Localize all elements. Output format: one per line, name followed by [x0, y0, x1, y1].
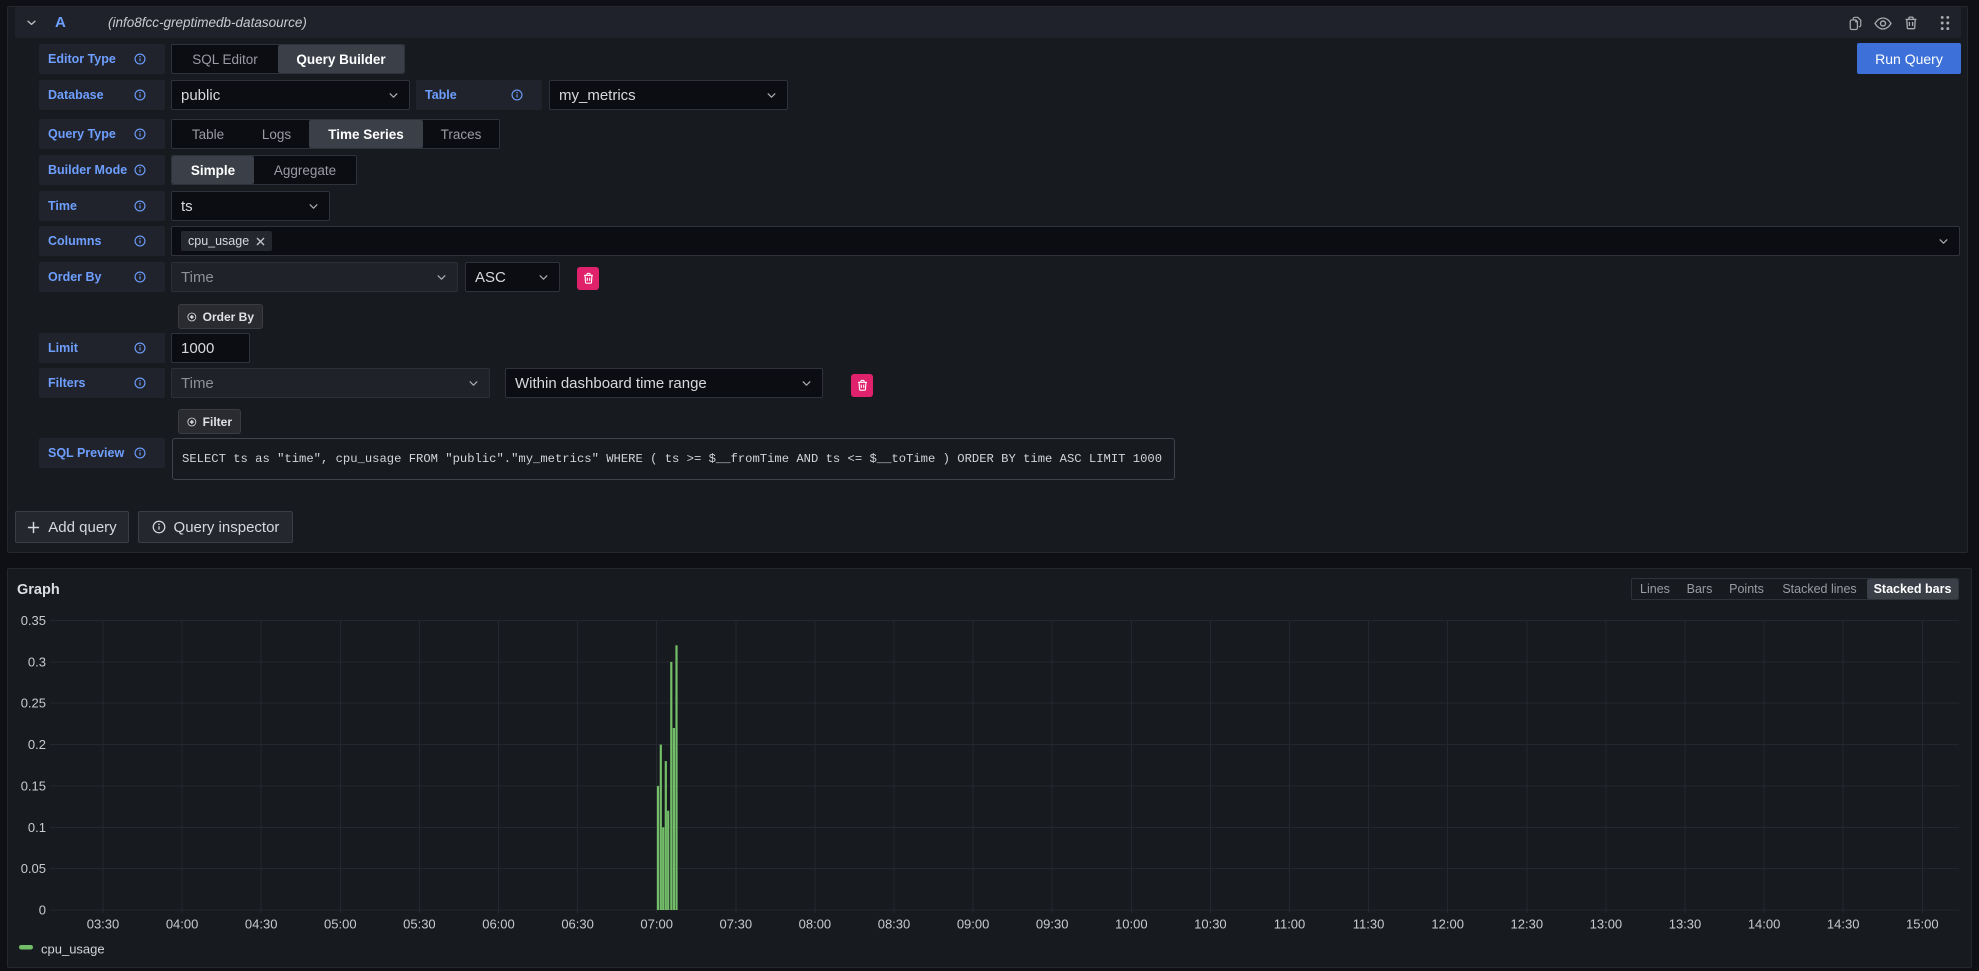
svg-text:0: 0 — [39, 903, 46, 918]
svg-text:07:00: 07:00 — [640, 917, 673, 932]
svg-text:05:30: 05:30 — [403, 917, 436, 932]
svg-text:10:30: 10:30 — [1194, 917, 1227, 932]
svg-text:cpu_usage: cpu_usage — [41, 942, 105, 957]
svg-text:09:30: 09:30 — [1036, 917, 1069, 932]
svg-text:0.25: 0.25 — [21, 696, 46, 711]
svg-text:04:30: 04:30 — [245, 917, 278, 932]
svg-text:12:00: 12:00 — [1431, 917, 1464, 932]
svg-text:0.1: 0.1 — [28, 820, 46, 835]
svg-text:10:00: 10:00 — [1115, 917, 1148, 932]
svg-text:12:30: 12:30 — [1511, 917, 1544, 932]
svg-text:0.3: 0.3 — [28, 654, 46, 669]
svg-text:08:00: 08:00 — [799, 917, 832, 932]
svg-text:0.2: 0.2 — [28, 737, 46, 752]
svg-text:06:00: 06:00 — [482, 917, 515, 932]
svg-text:07:30: 07:30 — [720, 917, 753, 932]
svg-text:14:00: 14:00 — [1748, 917, 1781, 932]
svg-text:0.15: 0.15 — [21, 778, 46, 793]
svg-text:09:00: 09:00 — [957, 917, 990, 932]
svg-text:13:00: 13:00 — [1590, 917, 1623, 932]
svg-text:0.05: 0.05 — [21, 861, 46, 876]
svg-text:04:00: 04:00 — [166, 917, 199, 932]
svg-text:11:30: 11:30 — [1353, 917, 1385, 932]
svg-text:03:30: 03:30 — [87, 917, 120, 932]
svg-text:0.35: 0.35 — [21, 613, 46, 628]
svg-text:13:30: 13:30 — [1669, 917, 1702, 932]
svg-text:08:30: 08:30 — [878, 917, 911, 932]
svg-text:06:30: 06:30 — [561, 917, 594, 932]
svg-text:11:00: 11:00 — [1274, 917, 1306, 932]
svg-text:14:30: 14:30 — [1827, 917, 1860, 932]
svg-text:05:00: 05:00 — [324, 917, 357, 932]
svg-text:15:00: 15:00 — [1906, 917, 1939, 932]
